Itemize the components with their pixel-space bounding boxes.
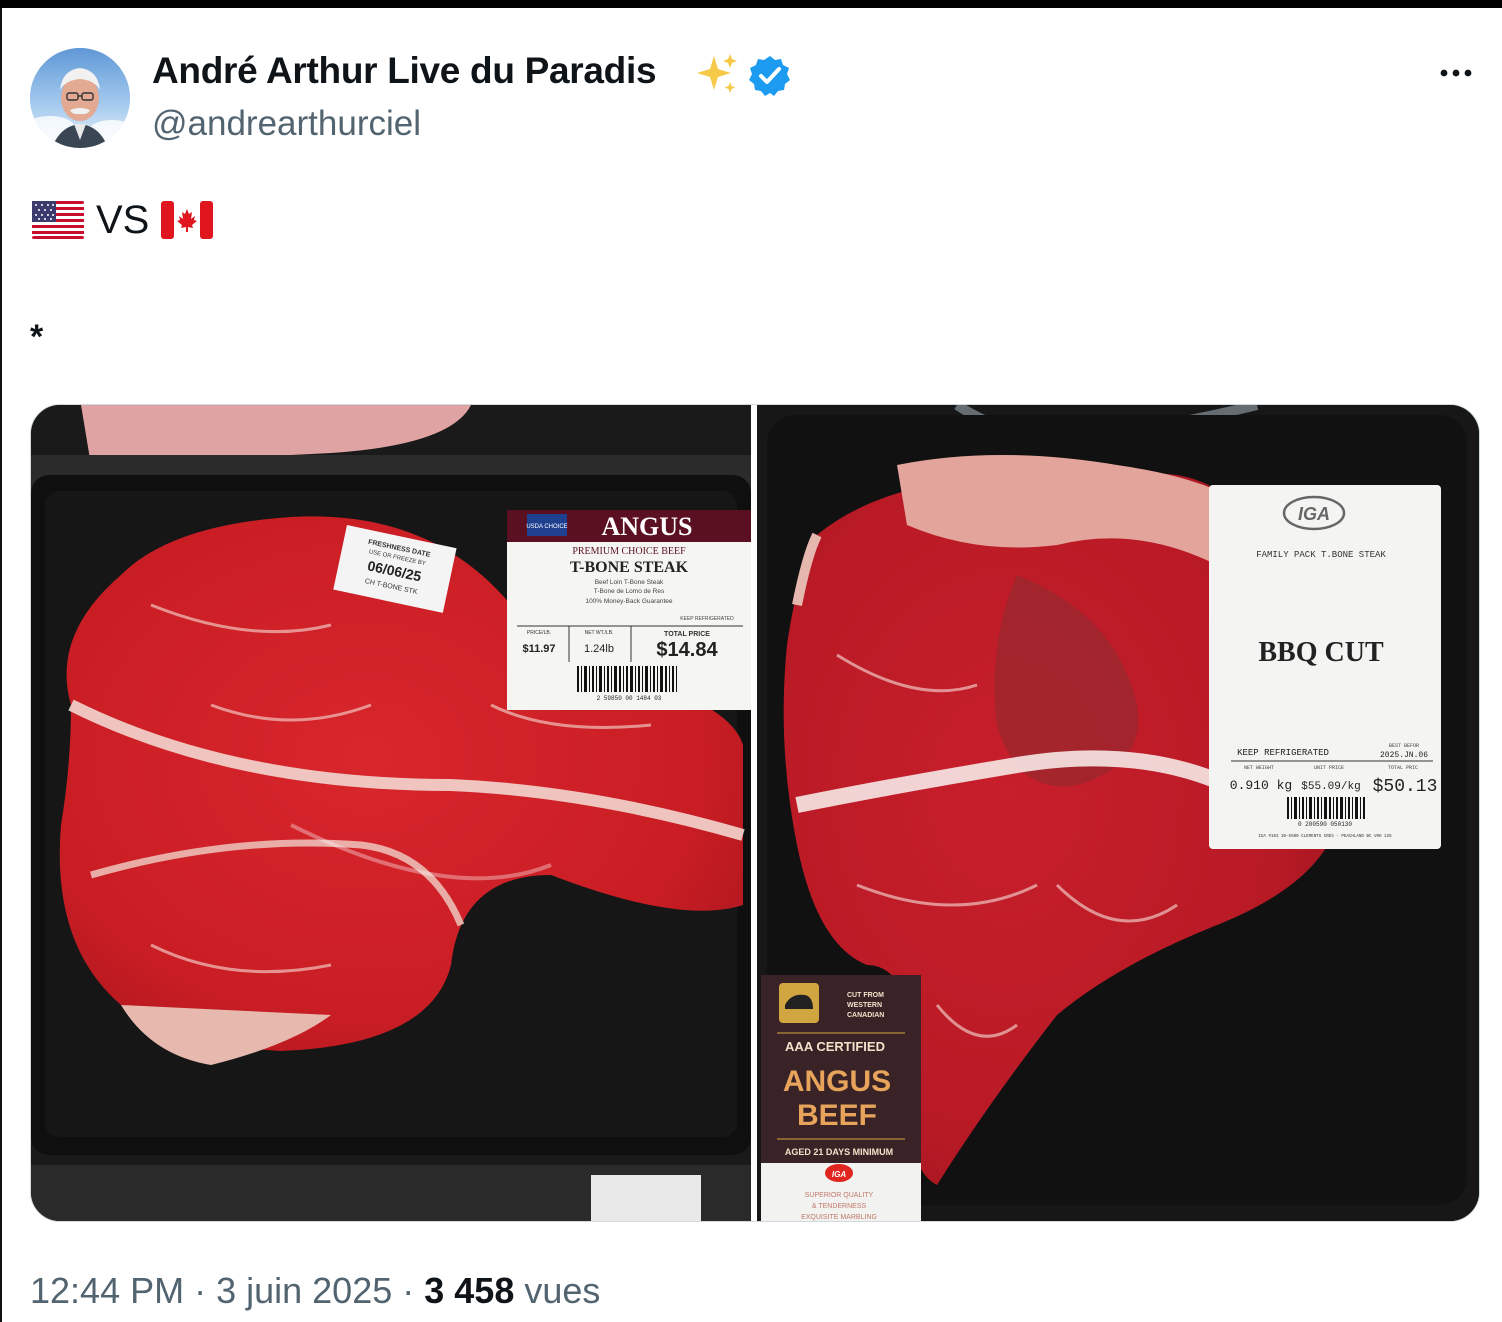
- brand-angus: ANGUS: [601, 512, 692, 541]
- unit-price-ca: $55.09/kg: [1301, 781, 1360, 793]
- svg-text:EXQUISITE MARBLING: EXQUISITE MARBLING: [801, 1214, 877, 1221]
- author-avatar[interactable]: [30, 48, 130, 148]
- usda-badge: USDA CHOICE: [526, 524, 567, 530]
- svg-text:SUPERIOR QUALITY: SUPERIOR QUALITY: [805, 1192, 874, 1199]
- svg-text:UNIT PRICE: UNIT PRICE: [1314, 765, 1344, 771]
- tweet-text-asterisk: *: [30, 318, 44, 356]
- meta-separator: ·: [392, 1270, 425, 1311]
- net-weight-us: 1.24lb: [584, 643, 614, 655]
- svg-text:NET WEIGHT: NET WEIGHT: [1244, 765, 1274, 771]
- total-price-us: $14.84: [656, 639, 718, 661]
- svg-text:IGA: IGA: [832, 1170, 846, 1179]
- us-flag-icon: [32, 201, 84, 239]
- verified-badge-icon[interactable]: [748, 54, 792, 98]
- svg-text:TOTAL PRIC: TOTAL PRIC: [1388, 765, 1418, 771]
- product-name-us: T-BONE STEAK: [570, 559, 689, 576]
- canada-flag-icon: [161, 201, 214, 239]
- author-display-name[interactable]: André Arthur Live du Paradis: [152, 50, 657, 92]
- views-label: vues: [514, 1270, 601, 1311]
- product-name-ca: FAMILY PACK T.BONE STEAK: [1256, 550, 1386, 560]
- tweet-media-grid[interactable]: FRESHNESS DATE USE OR FREEZE BY 06/06/25…: [30, 404, 1480, 1222]
- more-options-icon[interactable]: [1436, 58, 1476, 88]
- svg-text:0 200590 050130: 0 200590 050130: [1298, 821, 1352, 828]
- photo-us-steak[interactable]: FRESHNESS DATE USE OR FREEZE BY 06/06/25…: [31, 405, 751, 1221]
- tweet-text-vs: VS: [96, 197, 150, 242]
- svg-text:Beef Loin T-Bone Steak: Beef Loin T-Bone Steak: [595, 579, 664, 586]
- svg-text:WESTERN: WESTERN: [847, 1002, 882, 1009]
- svg-text:CUT FROM: CUT FROM: [847, 992, 884, 999]
- tweet-date[interactable]: 3 juin 2025: [216, 1270, 392, 1311]
- svg-text:BEST BEFOR: BEST BEFOR: [1389, 743, 1419, 749]
- svg-text:& TENDERNESS: & TENDERNESS: [812, 1203, 867, 1210]
- svg-text:2 59850 00 1484 03: 2 59850 00 1484 03: [597, 695, 662, 702]
- svg-text:PRICE/LB.: PRICE/LB.: [527, 630, 551, 636]
- svg-text:TOTAL PRICE: TOTAL PRICE: [664, 631, 710, 638]
- svg-text:BEEF: BEEF: [797, 1099, 877, 1132]
- svg-text:100% Money-Back Guarantee: 100% Money-Back Guarantee: [585, 598, 672, 605]
- bbq-cut-label: BBQ CUT: [1258, 637, 1384, 668]
- brand-sub: PREMIUM CHOICE BEEF: [572, 546, 686, 557]
- meta-separator: ·: [184, 1270, 217, 1311]
- sparkles-icon: [694, 52, 740, 98]
- author-handle[interactable]: @andrearthurciel: [152, 104, 421, 144]
- svg-text:NET WT./LB.: NET WT./LB.: [585, 630, 614, 636]
- svg-text:AGED 21 DAYS MINIMUM: AGED 21 DAYS MINIMUM: [785, 1147, 893, 1157]
- tweet-time[interactable]: 12:44 PM: [30, 1270, 184, 1311]
- net-weight-ca: 0.910 kg: [1230, 778, 1292, 793]
- svg-text:ANGUS: ANGUS: [783, 1065, 891, 1098]
- photo-canada-steak[interactable]: IGA FAMILY PACK T.BONE STEAK BBQ CUT KEE…: [757, 405, 1479, 1221]
- tweet-meta: 12:44 PM · 3 juin 2025 · 3 458 vues: [30, 1270, 600, 1312]
- views-count[interactable]: 3 458: [424, 1270, 514, 1311]
- price-per-lb: $11.97: [522, 643, 555, 655]
- tweet-text: VS: [32, 192, 214, 248]
- svg-text:IGA #103 30-5500 CLEMENTS CRES: IGA #103 30-5500 CLEMENTS CRES - PEACHLA…: [1258, 835, 1392, 839]
- svg-text:KEEP REFRIGERATED: KEEP REFRIGERATED: [680, 616, 734, 622]
- svg-text:KEEP REFRIGERATED: KEEP REFRIGERATED: [1237, 748, 1329, 758]
- window-top-bar: [0, 0, 1502, 8]
- iga-logo-label: IGA: [1298, 504, 1330, 524]
- svg-text:T-Bone de Lomo de Res: T-Bone de Lomo de Res: [594, 588, 665, 595]
- window-left-edge: [0, 8, 2, 1322]
- svg-text:AAA CERTIFIED: AAA CERTIFIED: [785, 1039, 885, 1054]
- svg-text:2025.JN.06: 2025.JN.06: [1380, 751, 1428, 760]
- total-price-ca: $50.13: [1373, 777, 1438, 797]
- svg-text:CANADIAN: CANADIAN: [847, 1012, 884, 1019]
